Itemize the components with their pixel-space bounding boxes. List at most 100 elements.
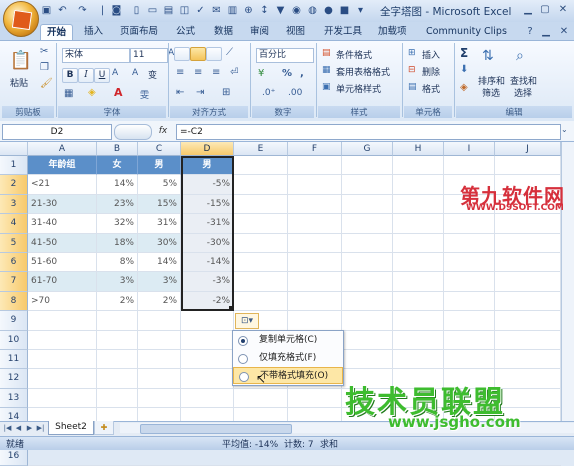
row-header-7[interactable]: 7: [0, 272, 28, 292]
row-header-13[interactable]: 13: [0, 388, 28, 409]
filter-icon[interactable]: ▼: [274, 4, 287, 17]
table-header-cell[interactable]: 男: [138, 156, 181, 176]
underline-button[interactable]: U: [94, 68, 110, 83]
conditional-format-button[interactable]: 条件格式: [336, 48, 372, 61]
select-button[interactable]: 选择: [514, 86, 532, 99]
bold-button[interactable]: B: [62, 68, 78, 83]
column-header-g[interactable]: G: [342, 142, 393, 156]
filter-button[interactable]: 筛选: [482, 86, 500, 99]
table-cell[interactable]: 8%: [97, 253, 138, 273]
conditional-format-icon[interactable]: ▤: [322, 48, 331, 58]
maximize-button[interactable]: ▢: [537, 3, 553, 17]
insert-sheet-icon[interactable]: ✚: [94, 421, 114, 435]
table-cell[interactable]: -2%: [181, 291, 234, 312]
table-cell[interactable]: >70: [28, 291, 97, 312]
table-cell[interactable]: 61-70: [28, 272, 97, 292]
minimize-button[interactable]: ▁: [520, 3, 536, 17]
chart-icon[interactable]: ▥: [226, 4, 239, 17]
table-cell[interactable]: 14%: [138, 253, 181, 273]
column-header-h[interactable]: H: [393, 142, 444, 156]
help-icon[interactable]: ?: [522, 25, 538, 39]
row-header-9[interactable]: 9: [0, 311, 28, 331]
percent-button[interactable]: %: [282, 68, 292, 79]
tab-data[interactable]: 数据: [208, 24, 239, 40]
column-header-i[interactable]: I: [444, 142, 495, 156]
autosum-button[interactable]: Σ: [460, 46, 468, 60]
record-icon[interactable]: ●: [322, 4, 335, 17]
table-cell[interactable]: -14%: [181, 253, 234, 273]
table-cell[interactable]: 5%: [138, 175, 181, 195]
border-icon[interactable]: ▦: [64, 88, 73, 99]
table-cell[interactable]: 31-40: [28, 214, 97, 234]
row-header-4[interactable]: 4: [0, 214, 28, 234]
phonetic-icon[interactable]: 雯: [140, 88, 149, 101]
table-cell[interactable]: 31%: [138, 214, 181, 234]
tab-formulas[interactable]: 公式: [170, 24, 201, 40]
insert-function-button[interactable]: fx: [154, 124, 172, 138]
web-icon[interactable]: ◉: [290, 4, 303, 17]
paste-option-fill-without-formatting[interactable]: 不带格式填充(O): [233, 367, 343, 384]
align-middle-icon[interactable]: [190, 47, 206, 61]
preview-icon[interactable]: ◫: [178, 4, 191, 17]
tab-insert[interactable]: 插入: [78, 24, 109, 40]
table-cell[interactable]: 41-50: [28, 233, 97, 253]
insert-cells-button[interactable]: 插入: [422, 48, 440, 61]
column-header-j[interactable]: J: [495, 142, 561, 156]
tab-page-layout[interactable]: 页面布局: [114, 24, 164, 40]
print-icon[interactable]: ▤: [162, 4, 175, 17]
delete-cells-button[interactable]: 删除: [422, 65, 440, 78]
next-sheet-icon[interactable]: ▶: [25, 423, 34, 433]
table-format-button[interactable]: 套用表格格式: [336, 65, 390, 78]
fill-icon[interactable]: ⬇: [460, 64, 468, 75]
copy-icon[interactable]: ❐: [40, 62, 49, 73]
workbook-close-button[interactable]: ✕: [556, 25, 572, 39]
tab-review[interactable]: 审阅: [244, 24, 275, 40]
name-box[interactable]: D2: [2, 124, 112, 140]
sort-filter-icon[interactable]: ⇅: [482, 48, 494, 64]
customize-qat-icon[interactable]: ▾: [354, 4, 367, 17]
table-cell[interactable]: 14%: [97, 175, 138, 195]
fill-handle[interactable]: [229, 306, 234, 311]
align-right-icon[interactable]: ≡: [212, 67, 220, 78]
close-button[interactable]: ✕: [555, 3, 571, 17]
table-cell[interactable]: 3%: [97, 272, 138, 292]
comma-button[interactable]: ,: [300, 68, 304, 79]
orientation-icon[interactable]: ⟋: [226, 47, 233, 58]
column-header-c[interactable]: C: [138, 142, 181, 156]
paste-button[interactable]: 粘贴: [10, 76, 28, 89]
table-cell[interactable]: 3%: [138, 272, 181, 292]
clear-icon[interactable]: ◈: [460, 82, 468, 93]
row-header-12[interactable]: 12: [0, 369, 28, 389]
fill-color-icon[interactable]: ◈: [88, 87, 96, 98]
table-header-cell[interactable]: 女: [97, 156, 138, 176]
prev-sheet-icon[interactable]: ◀: [14, 423, 23, 433]
table-cell[interactable]: 2%: [97, 291, 138, 312]
redo-icon[interactable]: ↷: [76, 4, 89, 17]
increase-indent-icon[interactable]: ⇥: [196, 87, 204, 98]
row-header-1[interactable]: 1: [0, 156, 28, 176]
font-name-select[interactable]: 宋体: [62, 48, 130, 63]
format-cells-button[interactable]: 格式: [422, 82, 440, 95]
table-cell[interactable]: 30%: [138, 233, 181, 253]
table-cell[interactable]: 23%: [97, 194, 138, 215]
cell-styles-button[interactable]: 单元格样式: [336, 82, 381, 95]
open-icon[interactable]: ▭: [146, 4, 159, 17]
paste-options-button[interactable]: ⊡▾: [235, 313, 259, 329]
align-top-icon[interactable]: [174, 47, 190, 61]
table-cell[interactable]: 15%: [138, 194, 181, 215]
camera-icon[interactable]: ◙: [110, 4, 123, 17]
row-header-5[interactable]: 5: [0, 233, 28, 253]
row-header-10[interactable]: 10: [0, 330, 28, 350]
insert-cells-icon[interactable]: ⊞: [408, 48, 416, 58]
column-header-a[interactable]: A: [28, 142, 97, 156]
format-painter-icon[interactable]: 🖌: [40, 78, 53, 89]
new-icon[interactable]: ▯: [130, 4, 143, 17]
email-icon[interactable]: ✉: [210, 4, 223, 17]
grow-font-small-icon[interactable]: A: [132, 68, 138, 78]
decrease-indent-icon[interactable]: ⇤: [176, 87, 184, 98]
table-cell[interactable]: <21: [28, 175, 97, 195]
zoom-icon[interactable]: ⊕: [242, 4, 255, 17]
merge-center-icon[interactable]: ⊞: [222, 87, 230, 98]
row-header-3[interactable]: 3: [0, 194, 28, 215]
table-format-icon[interactable]: ▦: [322, 65, 331, 75]
